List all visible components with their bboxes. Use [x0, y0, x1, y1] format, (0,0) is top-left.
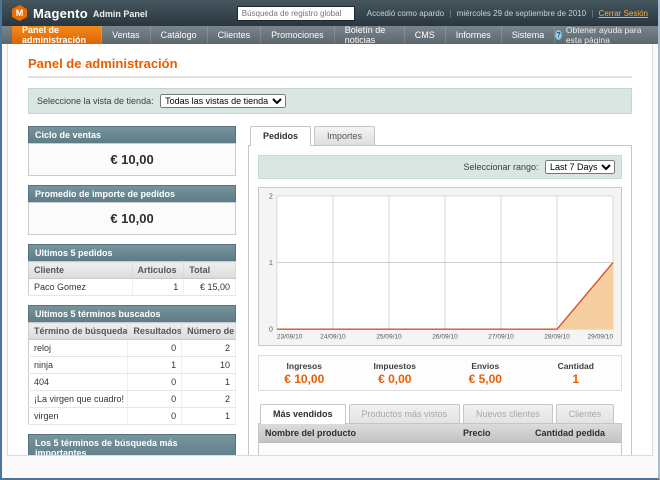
nav-item-catalogo[interactable]: Catálogo — [151, 26, 208, 44]
last-orders-widget: Ultimos 5 pedidos Cliente Articulos Tota… — [28, 244, 236, 296]
chart-tabs: Pedidos Importes — [248, 126, 632, 145]
session-info: Accedió como apardo | miércoles 29 de se… — [367, 9, 648, 18]
grid-header: Nombre del producto Precio Cantidad pedi… — [259, 424, 621, 443]
widget-title: Los 5 términos de búsqueda más important… — [28, 434, 236, 456]
sales-cycle-widget: Ciclo de ventas € 10,00 — [28, 126, 236, 176]
table-row: virgen01 — [29, 408, 236, 425]
widget-title: Ciclo de ventas — [28, 126, 236, 143]
table-row: ¡La virgen que cuadro!02 — [29, 391, 236, 408]
main-nav: Panel de administración Ventas Catálogo … — [2, 26, 658, 44]
top-search-terms-widget: Los 5 términos de búsqueda más important… — [28, 434, 236, 456]
svg-text:25/09/10: 25/09/10 — [376, 334, 402, 341]
page-title: Panel de administración — [28, 56, 632, 71]
grid-empty-message: No se encontraron registros. — [259, 443, 621, 456]
table-row: ninja110 — [29, 357, 236, 374]
store-view-switcher: Seleccione la vista de tienda: Todas las… — [28, 88, 632, 114]
bestsellers-grid: Nombre del producto Precio Cantidad pedi… — [258, 423, 622, 456]
magento-admin-window: M Magento Admin Panel Accedió como apard… — [0, 0, 660, 480]
last-search-terms-widget: Ultimos 5 términos buscados Término de b… — [28, 305, 236, 425]
tab-productos-mas-vistos[interactable]: Productos más vistos — [349, 404, 461, 423]
nav-item-informes[interactable]: Informes — [446, 26, 502, 44]
help-icon: ? — [555, 30, 562, 40]
orders-chart-container: 0 1 2 23/09/10 24/09/10 25/09/10 26/09/10 27/09… — [258, 187, 622, 346]
content-area: Panel de administración Seleccione la vi… — [7, 44, 653, 456]
tab-importes[interactable]: Importes — [314, 126, 375, 145]
svg-text:26/09/10: 26/09/10 — [432, 334, 458, 341]
orders-chart: 0 1 2 23/09/10 24/09/10 25/09/10 26/09/10 27/09… — [259, 188, 621, 345]
dashboard-main: Pedidos Importes Seleccionar rango: Last… — [248, 126, 632, 456]
stat-cantidad: Cantidad 1 — [531, 361, 622, 386]
stat-impuestos: Impuestos € 0,00 — [350, 361, 441, 386]
range-label: Seleccionar rango: — [463, 162, 538, 172]
svg-text:29/09/10: 29/09/10 — [588, 334, 614, 341]
svg-text:2: 2 — [269, 193, 273, 200]
nav-item-ventas[interactable]: Ventas — [102, 26, 151, 44]
widget-title: Ultimos 5 pedidos — [28, 244, 236, 261]
logout-link[interactable]: Cerrar Sesión — [599, 9, 648, 18]
svg-text:27/09/10: 27/09/10 — [488, 334, 514, 341]
nav-item-clientes[interactable]: Clientes — [208, 26, 262, 44]
tab-clientes[interactable]: Clientes — [556, 404, 615, 423]
range-select[interactable]: Last 7 Days — [545, 160, 615, 174]
tab-mas-vendidos[interactable]: Más vendidos — [260, 404, 346, 424]
tab-nuevos-clientes[interactable]: Nuevos clientes — [463, 404, 553, 423]
nav-item-boletin[interactable]: Boletín de noticias — [335, 26, 405, 44]
avg-order-widget: Promedio de importe de pedidos € 10,00 — [28, 185, 236, 235]
global-search-input[interactable] — [237, 6, 355, 21]
nav-item-sistema[interactable]: Sistema — [502, 26, 556, 44]
store-view-label: Seleccione la vista de tienda: — [37, 96, 154, 106]
svg-text:28/09/10: 28/09/10 — [544, 334, 570, 341]
totals-bar: Ingresos € 10,00 Impuestos € 0,00 Envios… — [258, 355, 622, 391]
widget-title: Promedio de importe de pedidos — [28, 185, 236, 202]
range-toolbar: Seleccionar rango: Last 7 Days — [258, 155, 622, 179]
orders-panel: Seleccionar rango: Last 7 Days 0 1 2 23/09/… — [248, 145, 632, 456]
help-link[interactable]: ? Obtener ayuda para esta página — [555, 26, 658, 44]
nav-item-cms[interactable]: CMS — [405, 26, 446, 44]
table-row: Paco Gomez1€ 15,00 — [29, 279, 236, 296]
svg-text:23/09/10: 23/09/10 — [277, 334, 303, 341]
top-bar: M Magento Admin Panel Accedió como apard… — [2, 0, 658, 26]
svg-text:1: 1 — [269, 260, 273, 267]
products-tabs: Más vendidos Productos más vistos Nuevos… — [258, 404, 622, 423]
table-row: reloj02 — [29, 340, 236, 357]
stat-envios: Envios € 5,00 — [440, 361, 531, 386]
last-orders-table: Cliente Articulos Total Paco Gomez1€ 15,… — [28, 261, 236, 296]
tab-pedidos[interactable]: Pedidos — [250, 126, 311, 146]
help-label: Obtener ayuda para esta página — [566, 25, 646, 45]
last-search-terms-table: Término de búsqueda Resultados Número de… — [28, 322, 236, 425]
title-divider — [28, 76, 632, 78]
widget-title: Ultimos 5 términos buscados — [28, 305, 236, 322]
svg-text:24/09/10: 24/09/10 — [320, 334, 346, 341]
magento-logo-icon: M — [12, 5, 27, 21]
dashboard-sidebar: Ciclo de ventas € 10,00 Promedio de impo… — [28, 126, 236, 456]
nav-item-promociones[interactable]: Promociones — [261, 26, 335, 44]
sales-cycle-value: € 10,00 — [28, 143, 236, 176]
stat-ingresos: Ingresos € 10,00 — [259, 361, 350, 386]
nav-item-dashboard[interactable]: Panel de administración — [12, 26, 102, 44]
table-row: 40401 — [29, 374, 236, 391]
brand-suffix: Admin Panel — [93, 9, 148, 19]
avg-order-value: € 10,00 — [28, 202, 236, 235]
logged-in-as: Accedió como apardo — [367, 9, 444, 18]
svg-text:0: 0 — [269, 327, 273, 334]
store-view-select[interactable]: Todas las vistas de tienda — [160, 94, 286, 108]
brand-name: Magento — [33, 6, 88, 21]
current-date: miércoles 29 de septiembre de 2010 — [457, 9, 586, 18]
